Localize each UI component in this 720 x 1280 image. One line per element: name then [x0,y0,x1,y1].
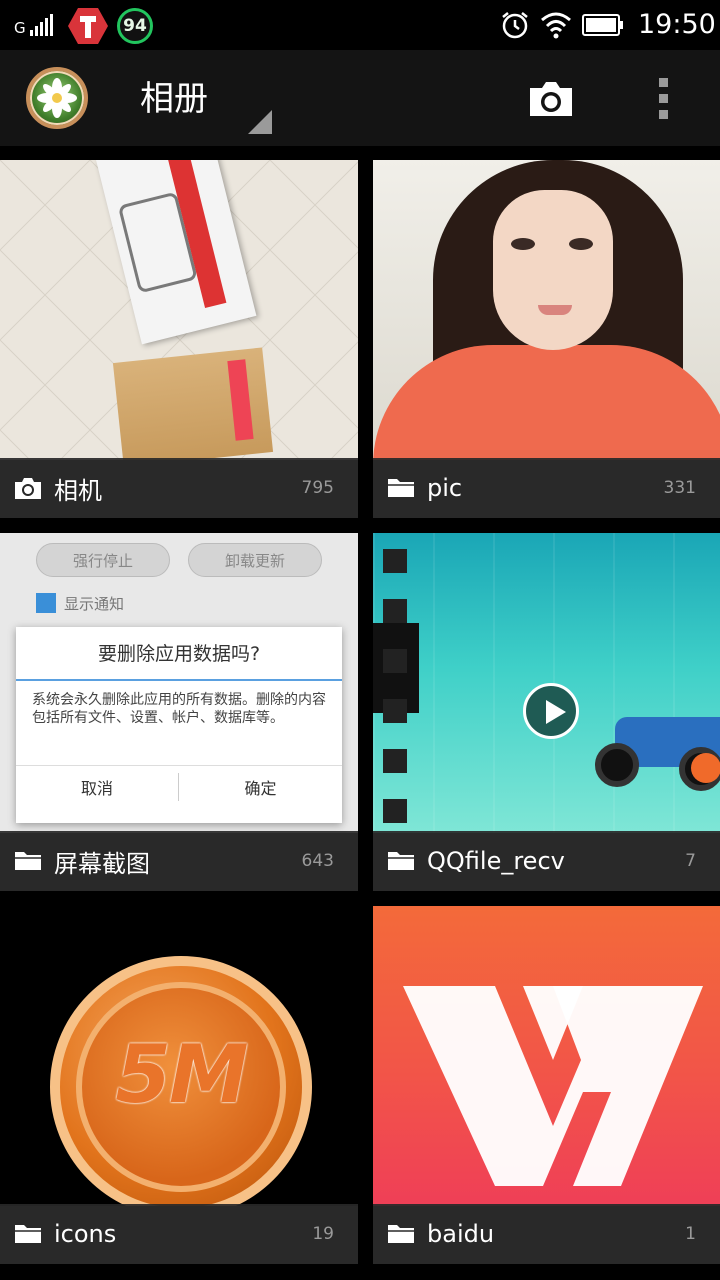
alarm-icon [502,12,528,39]
album-thumbnail: 5M [0,906,358,1206]
album-thumbnail [373,533,720,833]
album-count: 7 [685,851,696,871]
album-count: 795 [301,478,334,498]
dropdown-triangle-icon[interactable] [248,110,272,134]
album-selector-title[interactable]: 相册 [140,78,208,120]
album-count: 19 [312,1224,334,1244]
thumb-checkbox [36,593,56,613]
album-name: QQfile_recv [427,847,565,875]
album-tile-pic[interactable]: pic 331 [373,160,720,518]
album-name: baidu [427,1220,495,1248]
album-tile-baidu[interactable]: baidu 1 [373,906,720,1264]
wifi-icon [541,12,571,39]
album-count: 1 [685,1224,696,1244]
clock: 19:50 [638,9,716,40]
thumb-dialog-cancel: 取消 [80,779,113,798]
status-bar: G 94 19:50 [0,0,720,50]
wps-logo-image [403,986,703,1186]
album-label-bar: baidu 1 [373,1204,720,1264]
thumb-button: 强行停止 [36,543,170,577]
album-thumbnail [373,160,720,460]
thumb-dialog-message: 系统会永久删除此应用的所有数据。删除的内容包括所有文件、设置、帐户、数据库等。 [32,692,326,726]
album-tile-screenshots[interactable]: 强行停止 卸载更新 显示通知 要删除应用数据吗? 系统会永久删除此应用的所有数据… [0,533,358,891]
folder-icon [388,852,414,870]
thumb-dialog-title: 要删除应用数据吗? [97,643,261,665]
app-notification-icon [68,8,108,44]
folder-icon [388,1225,414,1243]
signal-strength-icon: G [14,14,53,36]
album-label-bar: QQfile_recv 7 [373,831,720,891]
network-type-label: G [14,19,26,37]
album-name: 相机 [54,476,102,505]
album-name: pic [427,474,463,502]
album-label-bar: icons 19 [0,1204,358,1264]
album-count: 331 [663,478,696,498]
coin-logo-image: 5M [50,956,312,1206]
album-label-bar: 相机 795 [0,458,358,518]
overflow-menu-button[interactable] [655,76,671,122]
folder-icon [15,852,41,870]
cardboard-box-image [112,347,274,460]
battery-icon [582,14,623,36]
folder-icon [388,479,414,497]
album-label-bar: pic 331 [373,458,720,518]
album-tile-qqfile[interactable]: QQfile_recv 7 [373,533,720,891]
coin-logo-text: 5M [115,1028,248,1121]
product-box-image [96,160,257,345]
album-thumbnail [373,906,720,1206]
camera-icon [15,478,41,499]
security-score-icon: 94 [117,8,153,44]
album-thumbnail [0,160,358,460]
thumb-dialog: 要删除应用数据吗? 系统会永久删除此应用的所有数据。删除的内容包括所有文件、设置… [16,627,342,823]
album-count: 643 [301,851,334,871]
album-tile-icons[interactable]: 5M icons 19 [0,906,358,1264]
thumb-button: 卸载更新 [188,543,322,577]
thumb-checkbox-label: 显示通知 [64,595,125,613]
toy-car-image [595,703,720,793]
camera-button[interactable] [526,74,576,124]
security-score-value: 94 [123,16,147,36]
album-name: 屏幕截图 [54,849,150,878]
album-name: icons [54,1220,117,1248]
album-label-bar: 屏幕截图 643 [0,831,358,891]
play-icon[interactable] [523,683,579,739]
folder-icon [15,1225,41,1243]
app-logo-icon[interactable] [26,67,88,129]
action-bar: 相册 [0,50,720,146]
album-thumbnail: 强行停止 卸载更新 显示通知 要删除应用数据吗? 系统会永久删除此应用的所有数据… [0,533,358,833]
thumb-dialog-ok: 确定 [244,779,277,798]
album-tile-camera[interactable]: 相机 795 [0,160,358,518]
